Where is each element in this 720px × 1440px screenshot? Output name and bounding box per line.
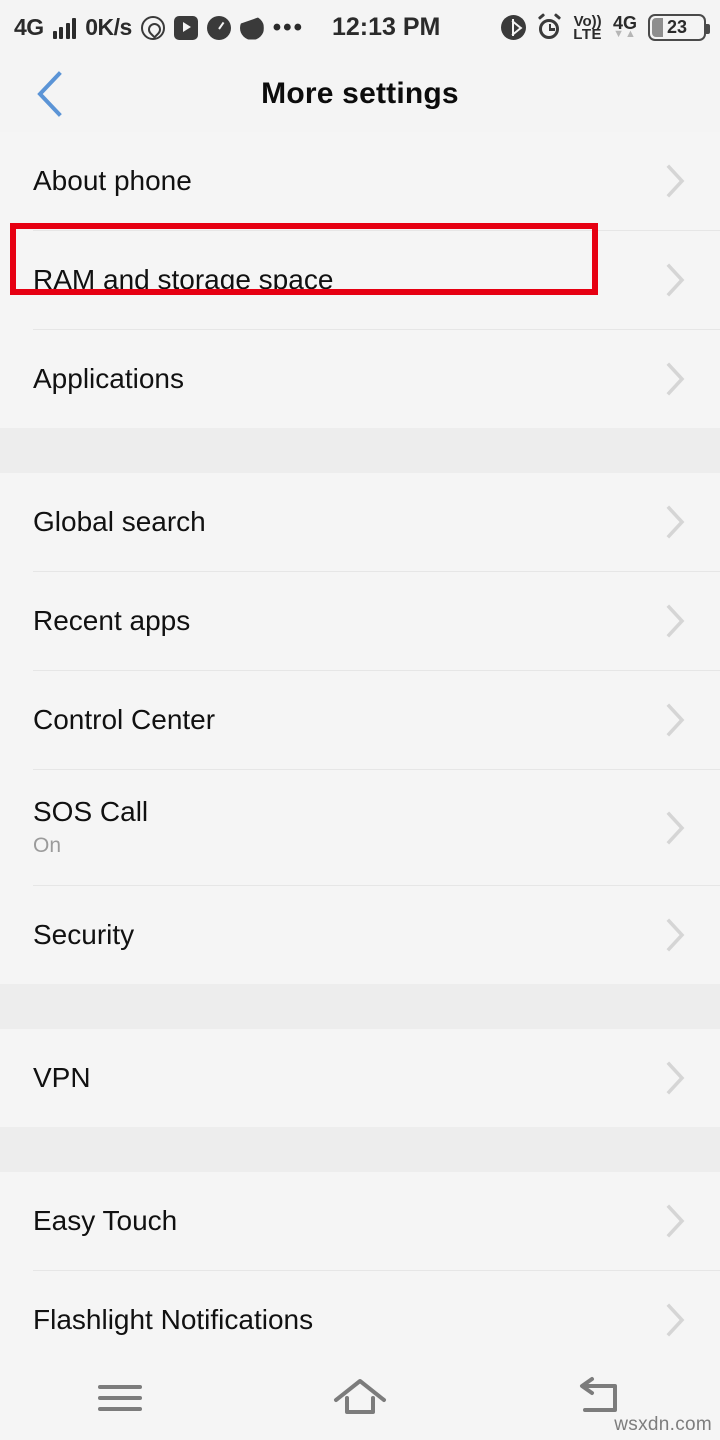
list-item-wrapper: VPN (0, 1029, 720, 1127)
settings-list: About phone RAM and storage space Applicat… (0, 132, 720, 1414)
section-system: About phone RAM and storage space Applicat… (0, 132, 720, 428)
chevron-right-icon (666, 505, 685, 539)
settings-row-global-search[interactable]: Global search (0, 473, 720, 571)
chevron-right-icon (666, 1303, 685, 1337)
row-labels: Applications (33, 362, 184, 396)
chevron-right-icon (666, 263, 685, 297)
row-labels: SOS Call On (33, 795, 148, 861)
row-labels: Easy Touch (33, 1204, 177, 1238)
recents-button[interactable] (60, 1355, 180, 1440)
chevron-right-icon (666, 164, 685, 198)
battery-percent-label: 23 (666, 17, 688, 37)
row-labels: VPN (33, 1061, 91, 1095)
page-header: More settings (0, 55, 720, 132)
alarm-icon (537, 13, 562, 40)
app-icon-4 (239, 15, 264, 40)
section-network: VPN (0, 1029, 720, 1127)
chevron-left-icon (37, 70, 62, 117)
settings-row-vpn[interactable]: VPN (0, 1029, 720, 1127)
row-title: VPN (33, 1062, 91, 1093)
app-icon-3 (206, 15, 231, 40)
row-title: About phone (33, 165, 192, 196)
bluetooth-icon (501, 15, 527, 40)
whatsapp-icon (140, 15, 165, 40)
youtube-icon (173, 15, 198, 40)
row-labels: RAM and storage space (33, 263, 333, 297)
section-features: Global search Recent apps Control Center SO… (0, 473, 720, 984)
watermark: wsxdn.com (614, 1414, 712, 1435)
row-title: Control Center (33, 704, 216, 735)
status-bar-clock: 12:13 PM (332, 13, 441, 41)
row-subtitle: On (33, 833, 62, 857)
row-title: RAM and storage space (33, 264, 334, 295)
list-item-wrapper: Easy Touch (0, 1172, 720, 1270)
settings-row-security[interactable]: Security (0, 886, 720, 984)
volte-line2: LTE (573, 25, 602, 43)
settings-row-about-phone[interactable]: About phone (0, 132, 720, 230)
settings-row-control-center[interactable]: Control Center (0, 671, 720, 769)
chevron-right-icon (666, 362, 685, 396)
settings-row-applications[interactable]: Applications (0, 330, 720, 428)
list-item-wrapper: Global search (0, 473, 720, 571)
phone-screen: 4G 0K/s ••• 12:13 PM Vo)) LTE 4G ▼▲ 23 M… (0, 0, 720, 1440)
section-spacer (0, 984, 720, 1029)
secondary-network-icon: 4G ▼▲ (613, 14, 637, 40)
battery-icon: 23 (648, 14, 710, 41)
row-labels: About phone (33, 164, 192, 198)
list-item-wrapper: RAM and storage space (0, 223, 720, 329)
status-bar-right: Vo)) LTE 4G ▼▲ 23 (501, 13, 710, 43)
row-labels: Global search (33, 505, 206, 539)
home-button[interactable] (300, 1355, 420, 1440)
list-item-wrapper: Control Center (0, 671, 720, 769)
list-item-wrapper: About phone (0, 132, 720, 230)
settings-row-ram-and-storage-space[interactable]: RAM and storage space (0, 231, 720, 329)
list-item-wrapper: Recent apps (0, 572, 720, 670)
home-icon (334, 1378, 386, 1414)
chevron-right-icon (666, 604, 685, 638)
chevron-right-icon (666, 1061, 685, 1095)
row-labels: Security (33, 918, 134, 952)
row-title: Recent apps (33, 605, 191, 636)
row-title: Flashlight Notifications (33, 1304, 314, 1335)
status-bar: 4G 0K/s ••• 12:13 PM Vo)) LTE 4G ▼▲ 23 (0, 0, 720, 55)
back-arrow-icon (580, 1376, 617, 1412)
signal-strength-icon (52, 17, 77, 39)
page-title: More settings (261, 76, 459, 110)
section-spacer (0, 1127, 720, 1172)
navigation-bar: wsxdn.com (0, 1355, 720, 1440)
settings-row-sos-call[interactable]: SOS Call On (0, 770, 720, 885)
list-item-wrapper: Applications (0, 330, 720, 428)
row-labels: Flashlight Notifications (33, 1303, 313, 1337)
chevron-right-icon (666, 1204, 685, 1238)
section-spacer (0, 428, 720, 473)
list-item-wrapper: SOS Call On (0, 770, 720, 885)
row-title: Global search (33, 506, 206, 537)
row-labels: Control Center (33, 703, 215, 737)
back-button[interactable] (22, 66, 78, 122)
network-type-label: 4G (14, 14, 44, 40)
row-labels: Recent apps (33, 604, 190, 638)
menu-icon (98, 1384, 142, 1411)
row-title: Applications (33, 363, 184, 394)
data-arrows-icon: ▼▲ (613, 28, 637, 40)
row-title: Security (33, 919, 135, 950)
row-title: Easy Touch (33, 1205, 178, 1236)
chevron-right-icon (666, 703, 685, 737)
status-bar-left: 4G 0K/s ••• (14, 14, 304, 41)
section-tools: Easy Touch Flashlight Notifications (0, 1172, 720, 1369)
data-speed-label: 0K/s (85, 14, 132, 40)
settings-row-recent-apps[interactable]: Recent apps (0, 572, 720, 670)
volte-icon: Vo)) LTE (573, 14, 602, 43)
list-item-wrapper: Security (0, 886, 720, 984)
row-title: SOS Call (33, 795, 149, 827)
notification-overflow-icon: ••• (272, 13, 304, 41)
settings-row-easy-touch[interactable]: Easy Touch (0, 1172, 720, 1270)
chevron-right-icon (666, 811, 685, 844)
chevron-right-icon (666, 918, 685, 952)
